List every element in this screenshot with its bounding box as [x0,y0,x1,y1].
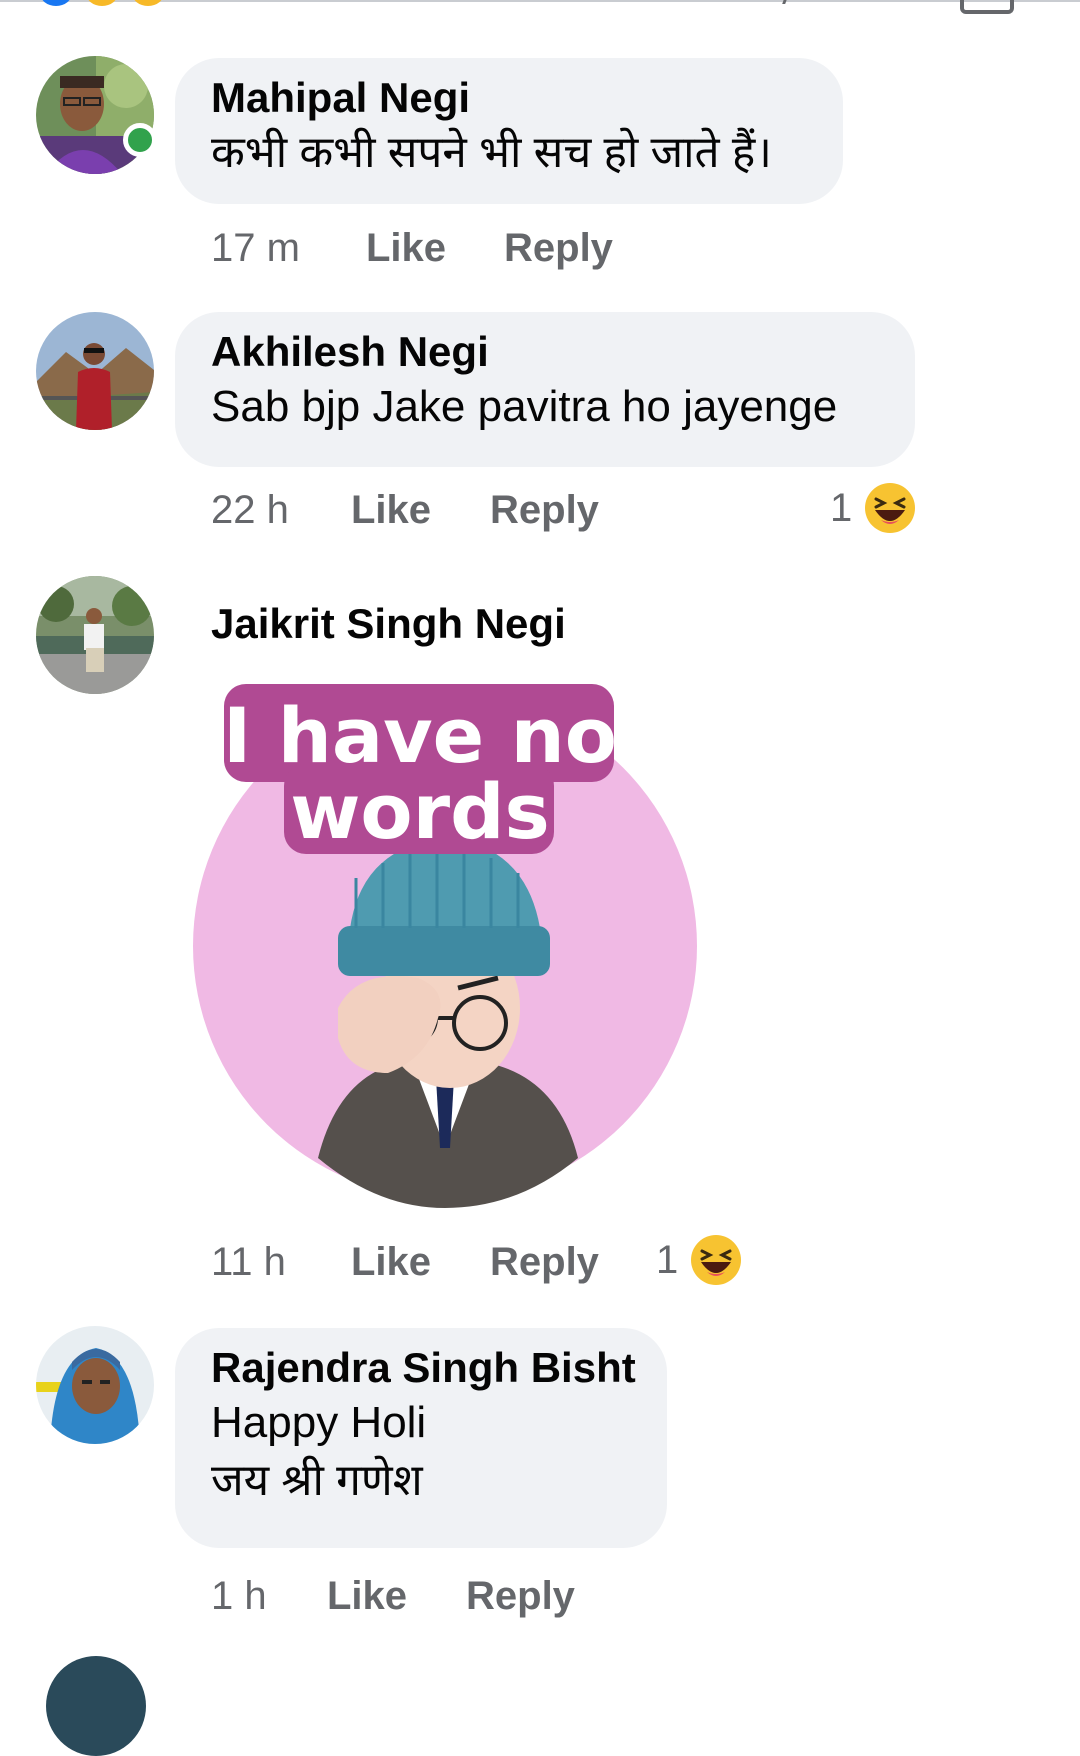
like-reaction-icon [40,0,72,6]
comment-bubble[interactable]: Rajendra Singh Bisht Happy Holi जय श्री … [175,1328,667,1548]
reaction-summary[interactable]: 1 [656,1234,742,1286]
like-button[interactable]: Like [327,1574,407,1619]
comment-author[interactable]: Rajendra Singh Bisht [211,1342,636,1394]
facepalm-sticker[interactable]: I have no words [188,678,708,1208]
avatar[interactable] [36,1326,154,1444]
comment-text: कभी कभी सपने भी सच हो जाते हैं। [211,128,772,177]
comment-text-line1: Happy Holi [211,1398,427,1447]
chevron-icon[interactable] [768,0,789,4]
reply-button[interactable]: Reply [466,1574,575,1619]
haha-reaction-icon [86,0,118,6]
comment-author[interactable]: Jaikrit Singh Negi [211,598,566,650]
reply-button[interactable]: Reply [504,226,613,271]
reply-button[interactable]: Reply [490,1240,599,1285]
wow-reaction-icon [132,0,164,6]
share-icon[interactable] [960,0,1014,14]
comment-time[interactable]: 1 h [211,1574,267,1619]
comment-bubble[interactable]: Akhilesh Negi Sab bjp Jake pavitra ho ja… [175,312,915,467]
comment-author[interactable]: Akhilesh Negi [211,326,879,378]
laughing-emoji-icon [691,1235,742,1285]
like-button[interactable]: Like [351,1240,431,1285]
like-button[interactable]: Like [366,226,446,271]
reaction-count: 1 [830,486,853,530]
sticker-text-line2: words [290,767,550,856]
reaction-count: 1 [656,1238,679,1282]
avatar[interactable] [36,312,154,430]
laughing-emoji-icon [865,483,916,533]
comment-time[interactable]: 22 h [211,488,289,533]
avatar[interactable] [36,576,154,694]
reply-button[interactable]: Reply [490,488,599,533]
comment-author[interactable]: Mahipal Negi [211,72,807,124]
top-reaction-strip [0,0,1080,14]
comment-bubble[interactable]: Mahipal Negi कभी कभी सपने भी सच हो जाते … [175,58,843,204]
online-status-icon [123,123,157,157]
comment-text: Sab bjp Jake pavitra ho jayenge [211,382,838,431]
comment-text-line2: जय श्री गणेश [211,1456,423,1505]
reaction-summary[interactable]: 1 [830,482,916,534]
comment-time[interactable]: 17 m [211,226,300,271]
divider [0,0,1080,2]
comment-time[interactable]: 11 h [211,1240,286,1285]
avatar[interactable] [46,1656,146,1756]
like-button[interactable]: Like [351,488,431,533]
